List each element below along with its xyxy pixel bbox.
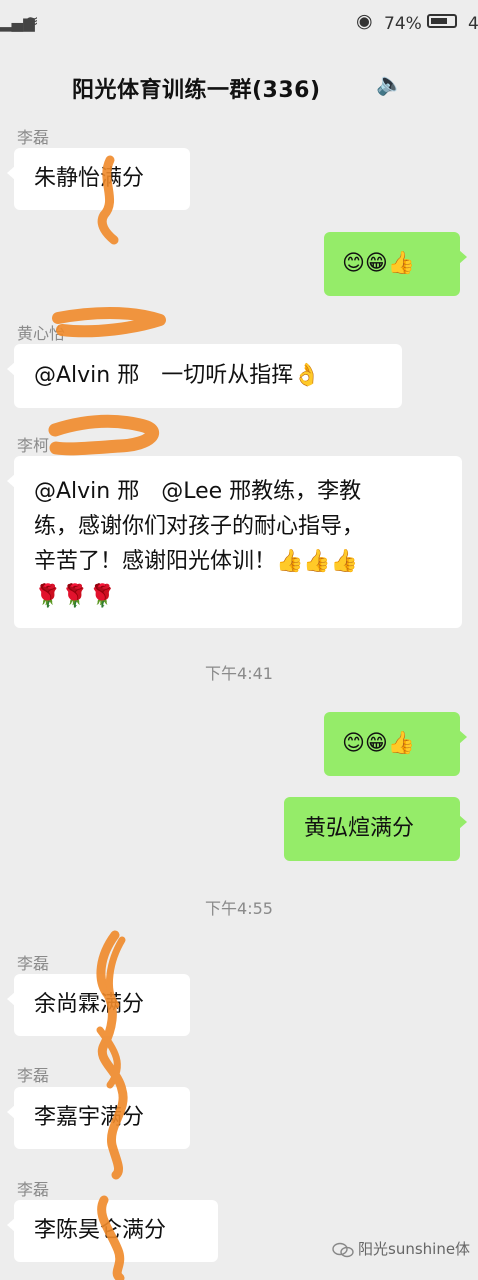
message-bubble[interactable]: @Alvin 邢 @Lee 邢教练，李教 练，感谢你们对孩子的耐心指导， 辛苦了…: [7, 456, 462, 628]
eye-icon: ◉: [356, 10, 373, 32]
sender-name: 李磊: [17, 128, 50, 147]
watermark: 阳光sunshine体: [332, 1238, 470, 1259]
message-text: 朱静怡满分: [34, 166, 145, 191]
status-extra: 4: [468, 14, 478, 34]
message-text-line: 🌹🌹🌹: [34, 584, 117, 609]
message-text: 余尚霖满分: [34, 992, 145, 1017]
message-bubble[interactable]: @Alvin 邢 一切听从指挥👌: [7, 344, 402, 408]
message-bubble-outgoing[interactable]: 黄弘煊满分: [284, 797, 467, 861]
emoji-text: 😊😁👍: [342, 731, 416, 756]
sender-name: 李磊: [17, 954, 50, 973]
emoji-text: 😊😁👍: [342, 251, 416, 276]
message-text: 李陈昊仑满分: [34, 1218, 167, 1243]
message-text-line: 练，感谢你们对孩子的耐心指导，: [34, 514, 365, 539]
message-bubble[interactable]: 朱静怡满分: [7, 148, 190, 210]
message-bubble[interactable]: 李嘉宇满分: [7, 1087, 190, 1149]
wifi-icon: ≋: [26, 12, 39, 30]
message-bubble[interactable]: 李陈昊仑满分: [7, 1200, 218, 1262]
battery-percent: 74%: [384, 14, 422, 34]
timestamp: 下午4:55: [205, 899, 273, 918]
sender-name: 黄心怡: [17, 324, 66, 343]
wechat-icon: [332, 1242, 354, 1257]
chat-header: 阳光体育训练一群(336) 🔈: [0, 62, 478, 114]
message-text-line: @Alvin 邢 @Lee 邢教练，李教: [34, 479, 362, 504]
sender-name: 李磊: [17, 1180, 50, 1199]
message-text: @Alvin 邢 一切听从指挥👌: [34, 363, 321, 388]
message-text-line: 辛苦了！感谢阳光体训！👍👍👍: [34, 549, 359, 574]
chat-title[interactable]: 阳光体育训练一群(336): [72, 72, 321, 104]
timestamp: 下午4:41: [205, 664, 273, 683]
message-text: 黄弘煊满分: [304, 816, 415, 841]
sender-name: 李磊: [17, 1066, 50, 1085]
message-text: 李嘉宇满分: [34, 1105, 145, 1130]
status-bar: ▂▄▆ ≋ ◉ 74% 4: [0, 0, 478, 50]
watermark-text: 阳光sunshine体: [358, 1240, 471, 1258]
sender-name: 李柯: [17, 436, 50, 455]
ear-mode-icon[interactable]: 🔈: [376, 72, 403, 97]
message-bubble[interactable]: 余尚霖满分: [7, 974, 190, 1036]
battery-icon: [427, 14, 457, 28]
message-bubble-outgoing[interactable]: 😊😁👍: [324, 232, 467, 296]
message-bubble-outgoing[interactable]: 😊😁👍: [324, 712, 467, 776]
